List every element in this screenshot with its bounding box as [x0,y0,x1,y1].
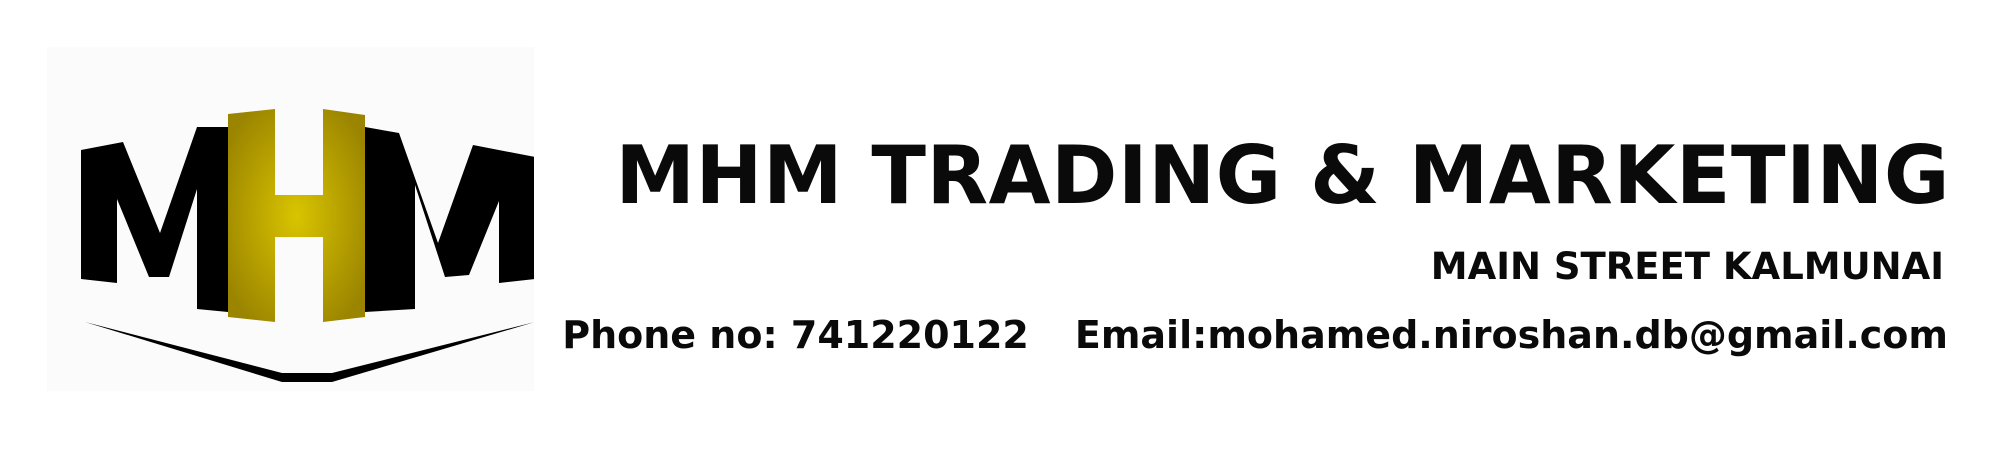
phone-number: 741220122 [790,313,1029,357]
email-address: mohamed.niroshan.db@gmail.com [1207,313,1948,357]
phone-label: Phone no: [562,313,778,357]
company-logo [47,47,534,391]
company-name: MHM TRADING & MARKETING [615,129,1950,222]
company-address: MAIN STREET KALMUNAI [1430,245,1944,288]
contact-info: Phone no: 741220122 Email:mohamed.nirosha… [562,316,1948,354]
email-label: Email: [1074,313,1208,357]
mhm-logo-graphic [47,47,534,391]
email-info: Email:mohamed.niroshan.db@gmail.com [1075,313,1948,357]
phone-info: Phone no: 741220122 [562,313,1029,357]
